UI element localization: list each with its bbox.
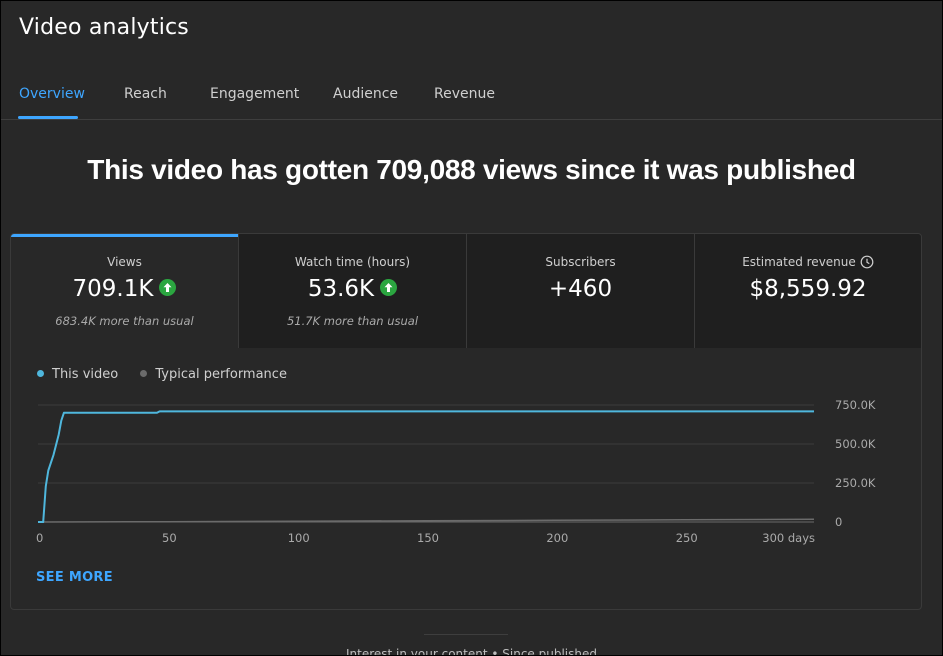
metric-watch-time-label: Watch time (hours) [294, 255, 411, 269]
tab-engagement[interactable]: Engagement [210, 86, 299, 102]
metric-views-comparison: 683.4K more than usual [55, 314, 194, 328]
metric-subscribers-value: +460 [548, 276, 613, 302]
y-tick-label: 0 [835, 515, 842, 529]
metric-subscribers-label: Subscribers [545, 255, 616, 269]
metric-subscribers[interactable]: Subscribers +460 [467, 234, 694, 348]
see-more-link[interactable]: SEE MORE [36, 570, 113, 585]
tab-reach[interactable]: Reach [124, 86, 167, 102]
metrics-chart-card: Views 709.1K 683.4K more than usual Watc… [10, 233, 922, 610]
metric-watch-time-value-row: 53.6K [239, 276, 466, 302]
tab-bar: Overview Reach Engagement Audience Reven… [1, 71, 942, 120]
metric-revenue[interactable]: Estimated revenue $8,559.92 [695, 234, 921, 348]
x-tick-label: 0 [36, 531, 43, 545]
metric-watch-time[interactable]: Watch time (hours) 53.6K 51.7K more than… [239, 234, 466, 348]
chart-legend: This video Typical performance [37, 367, 305, 382]
section-divider [424, 634, 508, 635]
clock-icon[interactable] [860, 255, 874, 269]
tab-revenue[interactable]: Revenue [434, 86, 495, 102]
x-tick-label: 200 [546, 531, 568, 545]
y-tick-label: 250.0K [835, 476, 876, 490]
views-headline: This video has gotten 709,088 views sinc… [87, 154, 856, 185]
y-tick-label: 750.0K [835, 398, 876, 412]
arrow-up-circle-icon [380, 279, 398, 296]
legend-item-this-video: This video [37, 367, 118, 382]
page-title: Video analytics [19, 15, 189, 40]
tab-audience[interactable]: Audience [333, 86, 398, 102]
metric-watch-time-comparison: 51.7K more than usual [286, 314, 419, 328]
tab-overview[interactable]: Overview [19, 86, 85, 102]
metric-views-value-row: 709.1K [11, 276, 238, 302]
legend-label: This video [52, 367, 119, 382]
active-tab-indicator [18, 116, 78, 119]
arrow-up-circle-icon [159, 279, 177, 296]
x-tick-label: 300 days [762, 531, 815, 545]
metric-views[interactable]: Views 709.1K 683.4K more than usual [11, 234, 238, 348]
section-caption: Interest in your content • Since publish… [346, 647, 597, 656]
views-line-chart: 0 250.0K 500.0K 750.0K 0 50 100 150 200 250 300 da… [36, 398, 876, 545]
x-tick-label: 100 [288, 531, 310, 545]
metric-revenue-label-row: Estimated revenue [695, 255, 921, 270]
metric-revenue-value: $8,559.92 [749, 276, 867, 302]
metric-watch-time-value: 53.6K [307, 276, 375, 302]
legend-item-typical: Typical performance [140, 367, 287, 382]
y-tick-label: 500.0K [835, 437, 876, 451]
x-tick-label: 150 [417, 531, 439, 545]
x-tick-label: 50 [162, 531, 177, 545]
analytics-window: Video analytics Overview Reach Engagemen… [0, 0, 943, 656]
series-line-this-video [38, 410, 814, 523]
metric-views-label: Views [107, 255, 142, 269]
legend-label: Typical performance [155, 367, 287, 382]
legend-dot [37, 370, 44, 377]
metric-tabs: Views 709.1K 683.4K more than usual Watc… [11, 234, 921, 348]
legend-dot [140, 370, 148, 377]
metric-revenue-label: Estimated revenue [742, 255, 856, 269]
x-tick-label: 250 [676, 531, 698, 545]
metric-views-value: 709.1K [72, 276, 154, 302]
